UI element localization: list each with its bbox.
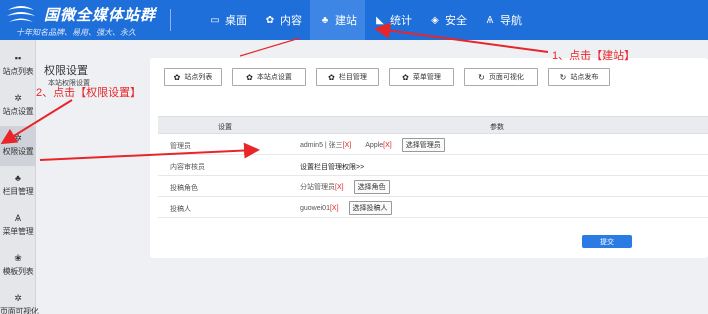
logo-subtitle: 十年知名品牌、易用、强大、永久: [16, 28, 136, 37]
logo-icon: [7, 6, 35, 22]
sidebar-item-menus[interactable]: Ѧ 菜单管理: [0, 206, 36, 246]
navigation-icon: Ѧ: [486, 14, 494, 26]
tab-label: 栏目管理: [338, 74, 367, 81]
row-label: 管理员: [170, 143, 191, 150]
nav-security[interactable]: ◈ 安全: [420, 0, 475, 40]
permissions-table: 设置 参数 管理员 admin5 | 张三 [X] Apple [X] 选择管理…: [158, 116, 708, 218]
visual-icon: ✲: [14, 293, 22, 303]
gear-icon: ✿: [173, 72, 181, 82]
sidebar-item-label: 权限设置: [2, 147, 34, 156]
sidebar-item-label: 模板列表: [2, 267, 34, 276]
sidebar-item-label: 栏目管理: [2, 187, 34, 196]
sidebar-item-visual[interactable]: ✲ 页面可视化: [0, 286, 39, 314]
header-divider: [170, 9, 171, 31]
nav-label: 安全: [445, 15, 467, 27]
main-panel: ✿ 站点列表 ✿ 本站点设置 ✿ 栏目管理 ✿ 菜单管理 ↻ 页面可视化 ↻ 站…: [150, 58, 708, 258]
nav-build-site[interactable]: ♣ 建站: [310, 0, 365, 40]
gear-icon: ✿: [265, 14, 275, 26]
column-header-param: 参数: [490, 124, 504, 131]
nav-label: 桌面: [225, 15, 247, 27]
nav-desktop[interactable]: ▭ 桌面: [200, 0, 255, 40]
set-column-permissions-link[interactable]: 设置栏目管理权限>>: [300, 162, 364, 172]
gear-icon: ✿: [328, 72, 335, 82]
table-row-role: 投稿角色 分站管理员 [X] 选择角色: [158, 176, 708, 197]
row-value: admin5 | 张三 [X] Apple [X] 选择管理员: [300, 138, 445, 152]
table-header: 设置 参数: [158, 116, 708, 134]
tree-icon: ♣: [321, 14, 329, 26]
arrow-to-build-site-secondary: [239, 37, 301, 57]
gear-icon: ✿: [402, 72, 409, 82]
nav-label: 建站: [335, 15, 357, 27]
refresh-icon: ↻: [559, 72, 567, 82]
tab-column-management[interactable]: ✿ 栏目管理: [316, 68, 379, 86]
sidebar-item-label: 站点设置: [2, 107, 34, 116]
page-title: 权限设置: [44, 65, 88, 77]
sidebar-item-label: 页面可视化: [0, 307, 39, 314]
nav-statistics[interactable]: ◣ 统计: [365, 0, 420, 40]
remove-admin-button[interactable]: [X]: [383, 142, 392, 149]
row-label: 内容审核员: [170, 164, 205, 171]
top-nav: ▭ 桌面 ✿ 内容 ♣ 建站 ◣ 统计 ◈ 安全 Ѧ 导航: [200, 0, 530, 40]
admin-names: admin5 | 张三: [300, 142, 343, 149]
annotation-step1: 1、点击【建站】: [552, 50, 636, 62]
tab-site-publish[interactable]: ↻ 站点发布: [548, 68, 610, 86]
shield-icon: ◈: [431, 14, 439, 26]
sidebar-item-site-settings[interactable]: ✲ 站点设置: [0, 86, 36, 126]
nav-content[interactable]: ✿ 内容: [255, 0, 310, 40]
table-row-contributor: 投稿人 guowei01 [X] 选择投稿人: [158, 197, 708, 218]
nav-navigation[interactable]: Ѧ 导航: [475, 0, 530, 40]
tab-label: 菜单管理: [412, 74, 441, 81]
nav-label: 内容: [280, 15, 302, 27]
gear-icon: ✿: [246, 72, 253, 82]
table-row-reviewer: 内容审核员 设置栏目管理权限>>: [158, 155, 708, 176]
tab-label: 本站点设置: [256, 74, 292, 81]
sidebar-item-permissions[interactable]: ✲ 权限设置: [0, 126, 36, 166]
chart-icon: ◣: [376, 14, 384, 26]
refresh-icon: ↻: [478, 72, 485, 82]
tab-label: 页面可视化: [488, 74, 524, 81]
sidebar-item-label: 菜单管理: [2, 227, 34, 236]
remove-admin-button[interactable]: [X]: [343, 142, 352, 149]
submit-button[interactable]: 提交: [582, 235, 632, 248]
tab-label: 站点列表: [184, 74, 213, 81]
logo[interactable]: 国微全媒体站群 十年知名品牌、易用、强大、永久: [6, 2, 156, 38]
desktop-icon: ▭: [210, 14, 220, 26]
grid-icon: ▪▪: [14, 53, 22, 63]
settings-icon: ✲: [14, 93, 22, 103]
row-value: guowei01 [X] 选择投稿人: [300, 201, 392, 215]
settings-icon: ✲: [14, 133, 22, 143]
contributor-name: guowei01: [300, 204, 330, 212]
select-admin-button[interactable]: 选择管理员: [401, 138, 445, 152]
select-role-button[interactable]: 选择角色: [353, 180, 390, 194]
row-label: 投稿人: [170, 206, 191, 213]
sidebar-item-site-list[interactable]: ▪▪ 站点列表: [0, 46, 36, 86]
column-header-setting: 设置: [218, 124, 232, 131]
tab-label: 站点发布: [570, 74, 599, 81]
sidebar-item-label: 站点列表: [2, 67, 34, 76]
annotation-step2: 2、点击【权限设置】: [36, 87, 142, 99]
tree-icon: ♣: [15, 173, 21, 183]
nav-label: 统计: [390, 15, 412, 27]
sidebar-item-templates[interactable]: ❀ 模板列表: [0, 246, 36, 286]
remove-role-button[interactable]: [X]: [335, 184, 344, 191]
table-row-admin: 管理员 admin5 | 张三 [X] Apple [X] 选择管理员: [158, 134, 708, 155]
remove-contributor-button[interactable]: [X]: [330, 205, 339, 212]
select-contributor-button[interactable]: 选择投稿人: [348, 201, 392, 215]
row-value: 设置栏目管理权限>>: [300, 162, 364, 172]
tab-menu-management[interactable]: ✿ 菜单管理: [389, 68, 454, 86]
tab-this-site-settings[interactable]: ✿ 本站点设置: [232, 68, 306, 86]
admin-name: Apple: [365, 141, 384, 149]
row-label: 投稿角色: [170, 185, 198, 192]
top-header: 国微全媒体站群 十年知名品牌、易用、强大、永久 ▭ 桌面 ✿ 内容 ♣ 建站 ◣…: [0, 0, 708, 40]
menu-icon: Ѧ: [14, 213, 21, 223]
logo-title: 国微全媒体站群: [44, 7, 157, 24]
tab-site-list[interactable]: ✿ 站点列表: [164, 68, 222, 86]
role-name: 分站管理员: [300, 184, 335, 191]
sidebar: ▪▪ 站点列表 ✲ 站点设置 ✲ 权限设置 ♣ 栏目管理 Ѧ 菜单管理 ❀ 模板…: [0, 40, 39, 314]
sidebar-item-columns[interactable]: ♣ 栏目管理: [0, 166, 36, 206]
nav-label: 导航: [500, 15, 522, 27]
tab-page-visual[interactable]: ↻ 页面可视化: [464, 68, 538, 86]
row-value: 分站管理员 [X] 选择角色: [300, 180, 390, 194]
template-icon: ❀: [14, 253, 22, 263]
